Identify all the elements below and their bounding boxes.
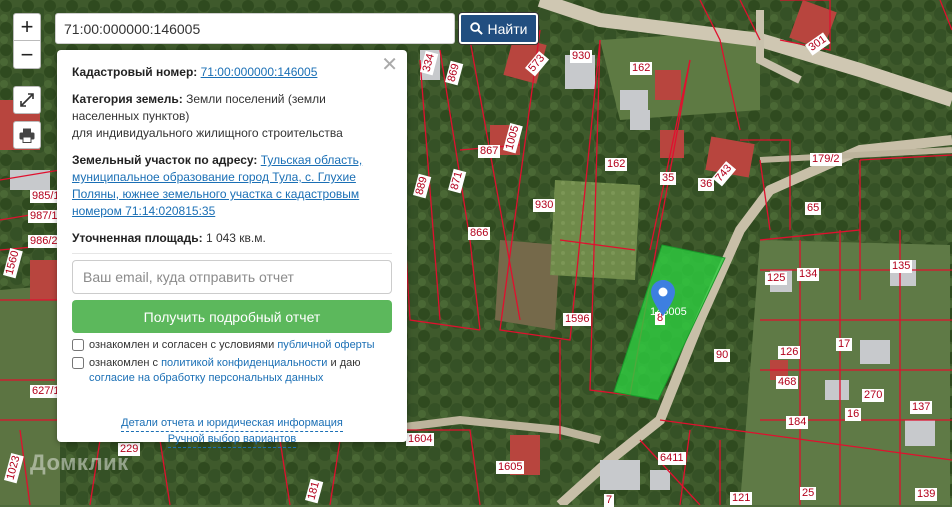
parcel-number-label: 121 [730, 492, 753, 505]
parcel-number-label: 125 [765, 272, 788, 285]
location-pin-icon[interactable] [651, 280, 675, 316]
parcel-number-label: 866 [468, 227, 491, 240]
parcel-number-label: 930 [570, 50, 593, 63]
print-button[interactable] [13, 121, 41, 149]
land-category-label: Категория земель: [72, 92, 183, 106]
cadastral-number-row: Кадастровый номер: 71:00:000000:146005 [72, 64, 392, 81]
land-category-row: Категория земель: Земли поселений (земли… [72, 91, 392, 142]
parcel-number-label: 1596 [563, 313, 592, 326]
popup-footer-links: Детали отчета и юридическая информация Р… [72, 416, 392, 448]
cadastral-search-input[interactable] [56, 14, 454, 43]
parcel-number-label: 987/1 [28, 210, 60, 223]
parcel-number-label: 25 [800, 487, 817, 500]
manual-selection-link[interactable]: Ручной выбор вариантов [167, 432, 297, 448]
parcel-number-label: 126 [778, 346, 801, 359]
privacy-text: ознакомлен с политикой конфиденциальност… [89, 357, 361, 384]
parcel-number-label: 179/2 [810, 153, 842, 166]
offer-text: ознакомлен и согласен с условиями публич… [89, 339, 375, 351]
parcel-number-label: 135 [890, 260, 913, 273]
email-field[interactable] [72, 260, 392, 294]
parcel-number-label: 90 [714, 349, 731, 362]
area-row: Уточненная площадь: 1 043 кв.м. [72, 230, 392, 247]
public-offer-link[interactable]: публичной оферты [277, 339, 374, 351]
parcel-number-label: 36 [698, 178, 715, 191]
parcel-number-label: 184 [786, 416, 809, 429]
find-button[interactable]: Найти [459, 13, 538, 44]
area-label: Уточненная площадь: [72, 231, 203, 245]
parcel-number-label: 986/2 [28, 235, 60, 248]
parcel-number-label: 162 [605, 158, 628, 171]
parcel-number-label: 65 [805, 202, 822, 215]
expand-icon [20, 93, 34, 107]
printer-icon [19, 128, 35, 143]
zoom-out-button[interactable]: − [13, 41, 41, 69]
parcel-number-label: 468 [776, 376, 799, 389]
close-icon[interactable]: ✕ [381, 55, 398, 75]
land-use-value: для индивидуального жилищного строительс… [72, 126, 343, 140]
parcel-number-label: 134 [797, 268, 820, 281]
address-row: Земельный участок по адресу: Тульская об… [72, 152, 392, 220]
parcel-number-label: 1605 [496, 461, 525, 474]
personal-data-consent-link[interactable]: согласие на обработку персональных данны… [89, 372, 323, 384]
cadastral-number-label: Кадастровый номер: [72, 65, 198, 79]
parcel-number-label: 137 [910, 401, 933, 414]
parcel-number-label: 35 [660, 172, 677, 185]
offer-checkbox-row: ознакомлен и согласен с условиями публич… [72, 338, 392, 353]
cadastral-number-link[interactable]: 71:00:000000:146005 [201, 65, 318, 79]
parcel-number-label: 930 [533, 199, 556, 212]
parcel-number-label: 139 [915, 488, 938, 501]
parcel-number-label: 16 [845, 408, 862, 421]
offer-checkbox[interactable] [72, 339, 84, 351]
zoom-in-button[interactable]: + [13, 13, 41, 41]
privacy-checkbox-row: ознакомлен с политикой конфиденциальност… [72, 356, 392, 386]
parcel-number-label: 162 [630, 62, 653, 75]
parcel-number-label: 270 [862, 389, 885, 402]
parcel-number-label: 1604 [406, 433, 435, 446]
get-report-button[interactable]: Получить подробный отчет [72, 300, 392, 333]
parcel-number-label: 867 [478, 145, 501, 158]
parcel-number-label: 17 [836, 338, 853, 351]
field-area [495, 240, 560, 330]
fullscreen-button[interactable] [13, 86, 41, 114]
privacy-checkbox[interactable] [72, 357, 84, 369]
privacy-policy-link[interactable]: политикой конфиденциальности [161, 357, 327, 369]
find-button-label: Найти [487, 20, 528, 37]
parcel-info-popup: ✕ Кадастровый номер: 71:00:000000:146005… [57, 50, 407, 448]
search-field[interactable] [55, 13, 455, 44]
parcel-number-label: 6411 [658, 452, 686, 465]
domclick-watermark: Домклик [30, 450, 129, 475]
report-details-link[interactable]: Детали отчета и юридическая информация [121, 416, 343, 432]
divider [72, 253, 392, 254]
parcel-number-label: 7 [604, 494, 615, 507]
search-icon [469, 22, 483, 35]
address-label: Земельный участок по адресу: [72, 153, 258, 167]
area-value: 1 043 кв.м. [205, 231, 266, 245]
